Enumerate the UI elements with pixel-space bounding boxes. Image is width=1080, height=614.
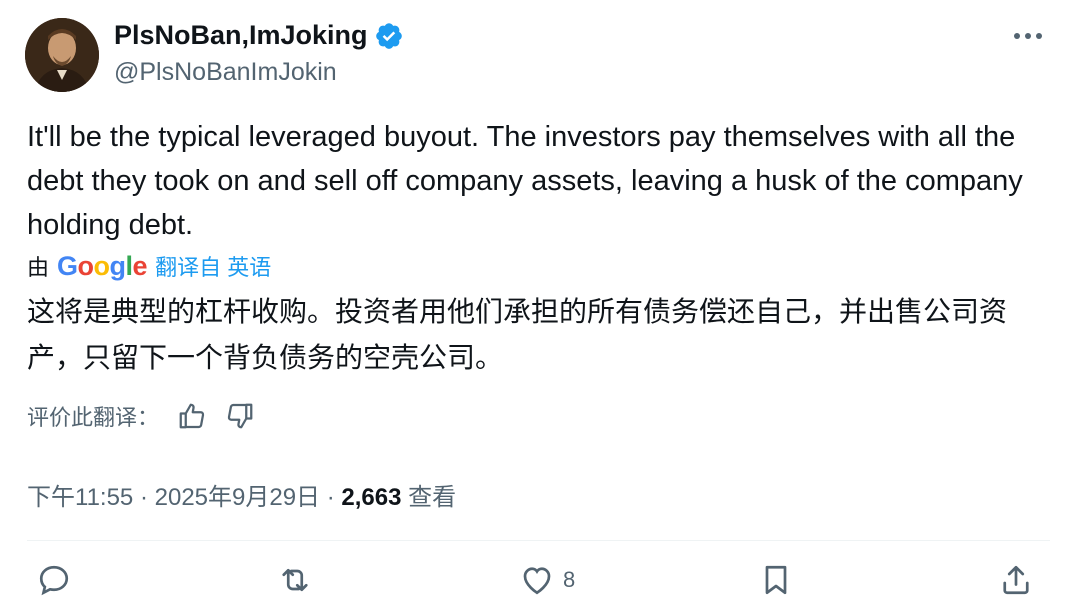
meta-separator: · [326, 484, 335, 511]
rate-translation-row: 评价此翻译： [27, 400, 255, 432]
bookmark-button[interactable] [758, 562, 794, 598]
share-icon [1003, 565, 1029, 595]
translate-source-link[interactable]: 翻译自 英语 [155, 250, 271, 282]
author-display-name[interactable]: PlsNoBan,ImJoking [114, 20, 368, 51]
thumbs-up-icon[interactable] [177, 401, 207, 431]
like-count: 8 [563, 567, 576, 592]
tweet-date[interactable]: 2025年9月29日 [155, 484, 320, 511]
reply-button[interactable] [36, 562, 72, 598]
more-options-icon[interactable] [1013, 26, 1043, 46]
translated-by-label: 由 [27, 255, 50, 280]
rate-translation-label: 评价此翻译： [27, 405, 160, 430]
repost-icon [282, 568, 308, 592]
share-button[interactable] [998, 562, 1034, 598]
verified-badge-icon [375, 22, 402, 49]
repost-button[interactable] [277, 562, 313, 598]
translation-attribution: 由 Google 翻译自 英语 [27, 250, 271, 282]
meta-separator: · [139, 484, 148, 511]
author-handle[interactable]: @PlsNoBanImJokin [114, 58, 337, 87]
tweet-text: It'll be the typical leveraged buyout. T… [27, 121, 1023, 241]
tweet-time[interactable]: 下午11:55 [27, 484, 133, 511]
avatar-portrait [25, 18, 99, 92]
reply-icon [39, 565, 69, 596]
tweet-meta: 下午11:55 · 2025年9月29日 · 2,663 查看 [27, 477, 456, 512]
divider [27, 540, 1050, 541]
bookmark-icon [765, 565, 787, 595]
heart-icon [523, 567, 551, 595]
author-display-name-row[interactable]: PlsNoBan,ImJoking [114, 20, 404, 51]
views-label[interactable]: 查看 [408, 484, 456, 511]
thumbs-down-icon[interactable] [225, 401, 255, 431]
avatar[interactable] [25, 18, 99, 92]
google-logo: Google [57, 250, 148, 281]
like-button[interactable]: 8 [519, 562, 575, 598]
views-count[interactable]: 2,663 [341, 484, 401, 511]
translated-text: 这将是典型的杠杆收购。投资者用他们承担的所有债务偿还自己，并出售公司资产，只留下… [27, 296, 1008, 373]
